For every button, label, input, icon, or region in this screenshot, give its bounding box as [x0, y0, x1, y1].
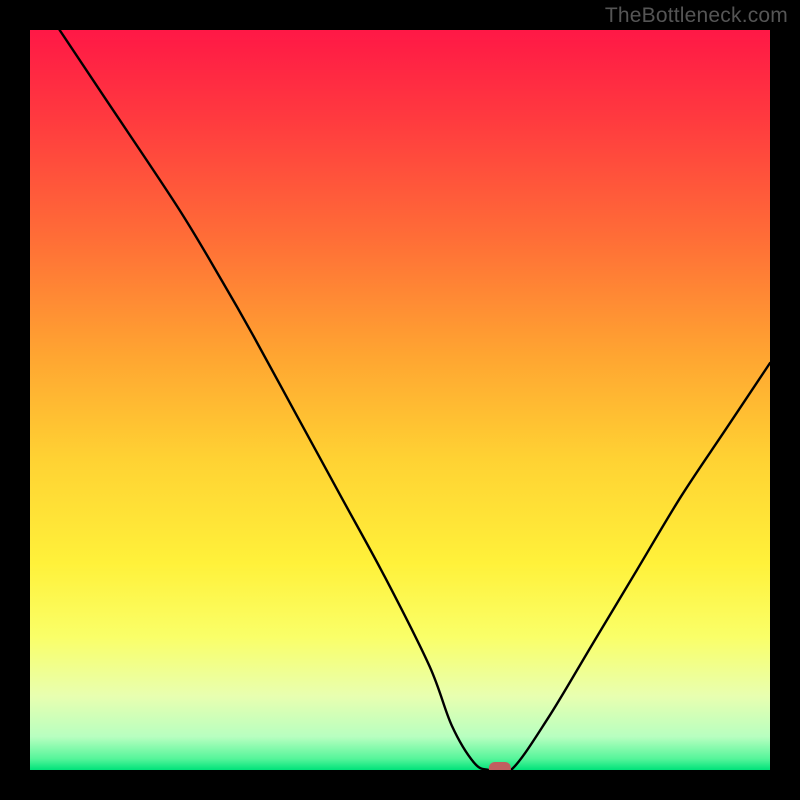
plot-area [30, 30, 770, 770]
chart-frame: TheBottleneck.com [0, 0, 800, 800]
watermark-text: TheBottleneck.com [605, 4, 788, 28]
gradient-background [30, 30, 770, 770]
optimal-marker [489, 762, 511, 770]
chart-svg [30, 30, 770, 770]
